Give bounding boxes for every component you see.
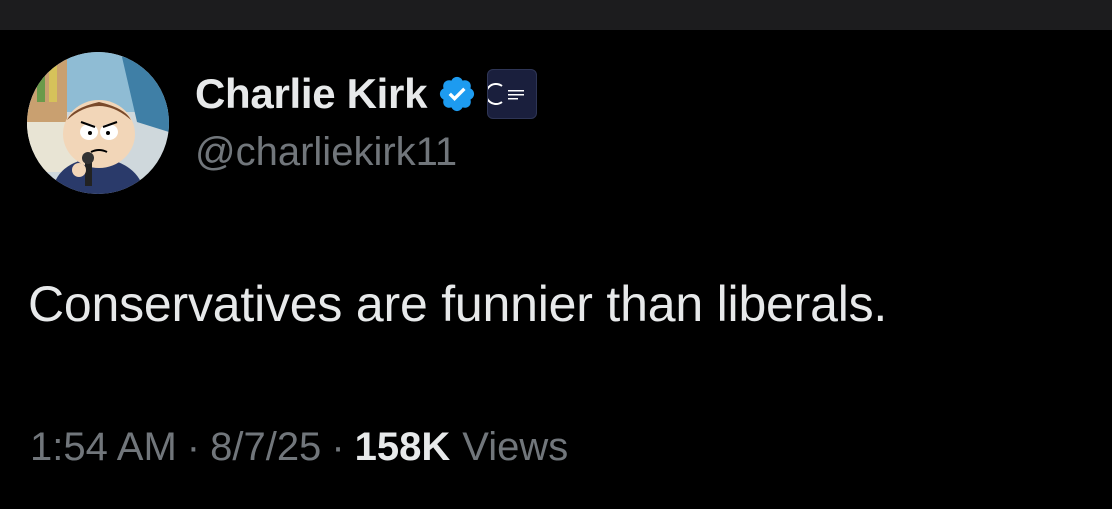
author-handle[interactable]: @charliekirk11	[195, 130, 457, 175]
cartoon-character-avatar-icon	[27, 52, 169, 194]
author-name-row: Charlie Kirk	[195, 68, 538, 120]
tweet-time[interactable]: 1:54 AM	[30, 425, 177, 470]
tweet-card: Charlie Kirk @charliekirk11 Conservative…	[0, 30, 1112, 509]
views-count[interactable]: 158K	[355, 425, 451, 470]
views-label: Views	[462, 425, 569, 469]
turning-point-usa-logo-icon[interactable]	[487, 69, 538, 119]
meta-separator: ·	[186, 425, 201, 469]
author-display-name[interactable]: Charlie Kirk	[195, 70, 427, 118]
avatar[interactable]	[27, 52, 169, 194]
top-bar	[0, 0, 1112, 30]
tweet-date[interactable]: 8/7/25	[210, 425, 321, 470]
tweet-text: Conservatives are funnier than liberals.	[28, 276, 888, 332]
meta-separator: ·	[331, 425, 345, 469]
tweet-meta: 1:54 AM · 8/7/25 · 158K Views	[30, 425, 568, 470]
verified-badge-icon	[437, 74, 477, 114]
